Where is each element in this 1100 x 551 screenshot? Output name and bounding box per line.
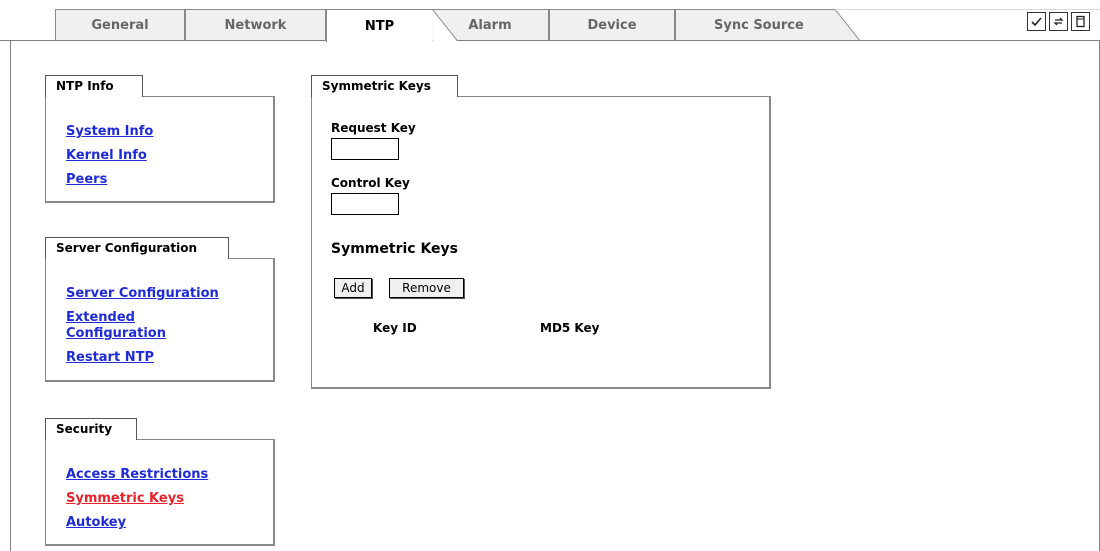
link-system-info[interactable]: System Info [66, 124, 153, 140]
tab-device[interactable]: Device [549, 9, 675, 41]
tab-label: Network [224, 18, 287, 33]
panel-body: System Info Kernel Info Peers [45, 96, 275, 203]
tab-general[interactable]: General [55, 9, 185, 41]
toolbar-icons [1027, 12, 1090, 31]
link-server-configuration[interactable]: Server Configuration [66, 286, 256, 302]
tab-label: Sync Source [714, 18, 804, 33]
link-restart-ntp[interactable]: Restart NTP [66, 350, 256, 366]
tab-label: Alarm [468, 18, 512, 33]
tab-network[interactable]: Network [185, 9, 326, 41]
control-key-label: Control Key [331, 176, 410, 190]
link-symmetric-keys[interactable]: Symmetric Keys [66, 491, 208, 507]
link-peers[interactable]: Peers [66, 172, 153, 188]
tab-label: NTP [364, 18, 395, 34]
tab-slant [835, 10, 861, 42]
swap-icon[interactable] [1049, 12, 1068, 31]
column-key-id: Key ID [373, 321, 417, 335]
tab-label: General [91, 18, 149, 33]
tab-ntp[interactable]: NTP [326, 9, 458, 42]
page-icon[interactable] [1071, 12, 1090, 31]
link-extended-configuration[interactable]: Extended Configuration [66, 310, 186, 342]
tab-sync-source[interactable]: Sync Source [675, 9, 861, 42]
request-key-input[interactable] [331, 138, 399, 160]
remove-button[interactable]: Remove [389, 278, 464, 298]
link-access-restrictions[interactable]: Access Restrictions [66, 467, 208, 483]
panel-title: Symmetric Keys [311, 75, 458, 97]
link-autokey[interactable]: Autokey [66, 515, 208, 531]
content-area: NTP Info System Info Kernel Info Peers S… [10, 41, 1100, 551]
add-button[interactable]: Add [334, 278, 372, 298]
panel-title: Server Configuration [45, 237, 229, 259]
link-kernel-info[interactable]: Kernel Info [66, 148, 153, 164]
tab-label: Device [587, 18, 637, 33]
panel-body: Server Configuration Extended Configurat… [45, 258, 275, 382]
tab-slant [432, 10, 458, 42]
tab-bar: General Network NTP Alarm Device Sync So… [0, 0, 1100, 42]
section-heading: Symmetric Keys [331, 241, 459, 257]
panel-title: NTP Info [45, 75, 143, 97]
column-md5-key: MD5 Key [540, 321, 600, 335]
control-key-input[interactable] [331, 193, 399, 215]
check-icon[interactable] [1027, 12, 1046, 31]
request-key-label: Request Key [331, 121, 416, 135]
panel-body: Access Restrictions Symmetric Keys Autok… [45, 439, 275, 546]
panel-body: Request Key Control Key Symmetric Keys A… [311, 96, 771, 389]
panel-title: Security [45, 418, 137, 440]
